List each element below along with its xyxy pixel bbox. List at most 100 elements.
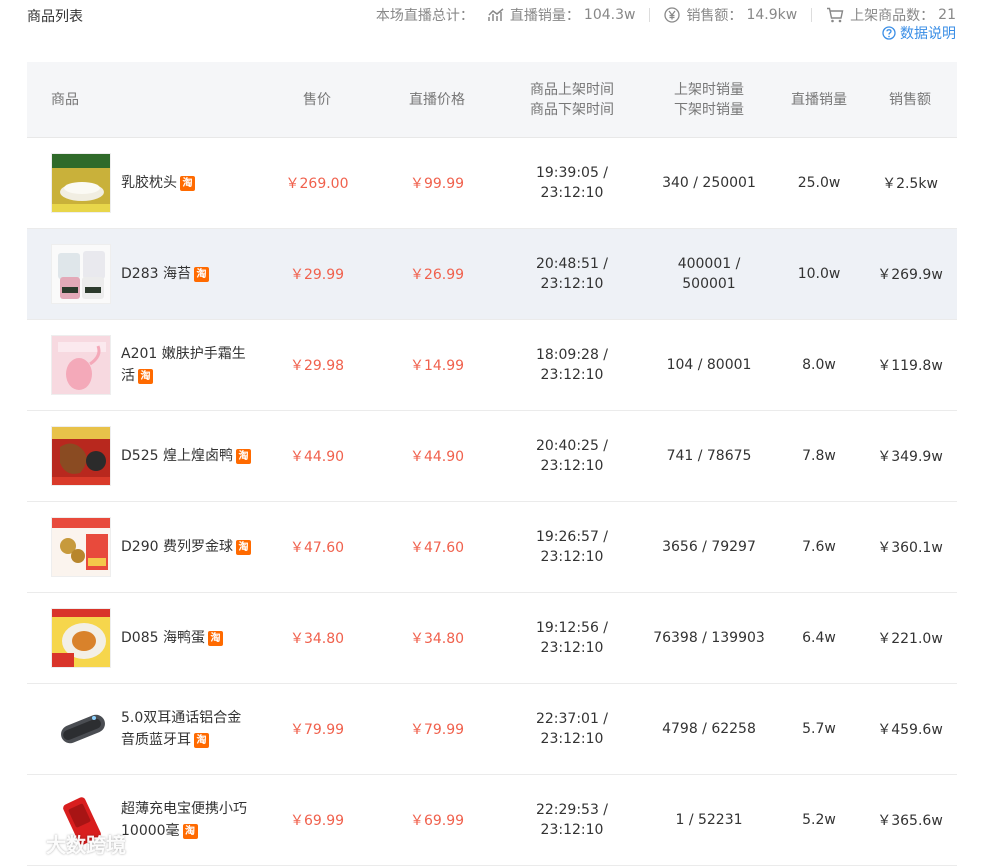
time-cell: 22:29:53 /23:12:10 xyxy=(535,802,609,838)
product-cell: D085 海鸭蛋淘 xyxy=(27,608,261,668)
taobao-badge-icon: 淘 xyxy=(138,368,153,384)
col-sales[interactable]: 上架时销量 下架时销量 xyxy=(643,80,775,120)
taobao-badge-icon: 淘 xyxy=(235,539,251,555)
product-cell: 乳胶枕头淘 xyxy=(27,153,261,213)
product-name[interactable]: 超薄充电宝便携小巧10000毫淘 xyxy=(121,798,251,842)
amount-cell: ￥2.5kw xyxy=(882,176,938,192)
divider xyxy=(649,8,651,22)
col-live-sales[interactable]: 直播销量 xyxy=(775,90,863,110)
product-cell: D283 海苔淘 xyxy=(27,244,261,304)
watermark-text: 大数跨境 xyxy=(46,833,126,857)
col-live-price[interactable]: 直播价格 xyxy=(373,90,501,110)
taobao-badge-icon: 淘 xyxy=(182,823,198,839)
product-thumbnail[interactable] xyxy=(51,699,111,759)
watermark: 大数跨境 xyxy=(8,829,126,858)
table-row[interactable]: D283 海苔淘 ￥29.99 ￥26.99 20:48:51 /23:12:1… xyxy=(27,229,957,320)
watermark-logo-icon xyxy=(9,835,41,851)
live-sales-value: 104.3w xyxy=(583,7,636,23)
table-row[interactable]: 乳胶枕头淘 ￥269.00 ￥99.99 19:39:05 /23:12:10 … xyxy=(27,138,957,229)
sales-cell: 76398 / 139903 xyxy=(653,630,765,646)
cart-icon xyxy=(827,7,844,23)
amount-cell: ￥221.0w xyxy=(877,631,943,647)
live-summary: 本场直播总计： 直播销量： 104.3w 销售额： 14.9kw 上架商品数： … xyxy=(376,5,956,25)
live-price-cell: ￥99.99 xyxy=(409,176,465,192)
product-name[interactable]: D290 费列罗金球淘 xyxy=(121,536,251,558)
table-row[interactable]: 超薄充电宝便携小巧10000毫淘 ￥69.99 ￥69.99 22:29:53 … xyxy=(27,775,957,866)
product-thumbnail[interactable] xyxy=(51,244,111,304)
price-cell: ￥29.98 xyxy=(289,358,345,374)
yen-coin-icon xyxy=(664,7,681,23)
live-price-cell: ￥69.99 xyxy=(409,813,465,829)
amount-cell: ￥119.8w xyxy=(877,358,943,374)
product-name[interactable]: D085 海鸭蛋淘 xyxy=(121,627,251,649)
products-value: 21 xyxy=(938,7,956,23)
taobao-badge-icon: 淘 xyxy=(193,266,209,282)
col-time[interactable]: 商品上架时间 商品下架时间 xyxy=(501,80,643,120)
product-name[interactable]: 5.0双耳通话铝合金音质蓝牙耳淘 xyxy=(121,707,251,751)
table-row[interactable]: 5.0双耳通话铝合金音质蓝牙耳淘 ￥79.99 ￥79.99 22:37:01 … xyxy=(27,684,957,775)
product-name[interactable]: 乳胶枕头淘 xyxy=(121,172,251,194)
live-sales-label: 直播销量： xyxy=(509,8,580,24)
sales-cell: 4798 / 62258 xyxy=(662,721,756,737)
table-header: 商品 售价 直播价格 商品上架时间 商品下架时间 上架时销量 下架时销量 直播销… xyxy=(27,62,957,138)
col-time-off: 商品下架时间 xyxy=(530,101,614,118)
live-sales-cell: 5.7w xyxy=(802,721,836,737)
live-sales-cell: 5.2w xyxy=(802,812,836,828)
live-price-cell: ￥79.99 xyxy=(409,722,465,738)
product-thumbnail[interactable] xyxy=(51,608,111,668)
price-cell: ￥79.99 xyxy=(289,722,345,738)
product-thumbnail[interactable] xyxy=(51,153,111,213)
table-row[interactable]: D085 海鸭蛋淘 ￥34.80 ￥34.80 19:12:56 /23:12:… xyxy=(27,593,957,684)
revenue-label: 销售额： xyxy=(686,8,743,24)
product-cell: D525 煌上煌卤鸭淘 xyxy=(27,426,261,486)
time-cell: 22:37:01 /23:12:10 xyxy=(535,711,609,747)
revenue-value: 14.9kw xyxy=(746,7,798,23)
table-row[interactable]: D290 费列罗金球淘 ￥47.60 ￥47.60 19:26:57 /23:1… xyxy=(27,502,957,593)
products-label: 上架商品数： xyxy=(850,8,935,24)
taobao-badge-icon: 淘 xyxy=(235,448,251,464)
col-product[interactable]: 商品 xyxy=(27,90,261,110)
sales-cell: 104 / 80001 xyxy=(666,357,752,373)
col-amount[interactable]: 销售额 xyxy=(863,90,957,110)
revenue-stat: 销售额： 14.9kw xyxy=(664,5,797,25)
price-cell: ￥44.90 xyxy=(289,449,345,465)
live-sales-cell: 8.0w xyxy=(802,357,836,373)
sales-cell: 3656 / 79297 xyxy=(662,539,756,555)
taobao-badge-icon: 淘 xyxy=(207,630,223,646)
amount-cell: ￥365.6w xyxy=(877,813,943,829)
table-row[interactable]: A201 嫩肤护手霜生活淘 ￥29.98 ￥14.99 18:09:28 /23… xyxy=(27,320,957,411)
product-name[interactable]: A201 嫩肤护手霜生活淘 xyxy=(121,343,251,387)
col-price[interactable]: 售价 xyxy=(261,90,373,110)
product-name[interactable]: D525 煌上煌卤鸭淘 xyxy=(121,445,251,467)
live-sales-cell: 7.8w xyxy=(802,448,836,464)
amount-cell: ￥269.9w xyxy=(877,267,943,283)
live-price-cell: ￥47.60 xyxy=(409,540,465,556)
product-name[interactable]: D283 海苔淘 xyxy=(121,263,251,285)
data-explanation-link[interactable]: 数据说明 xyxy=(882,23,956,43)
product-table: 商品 售价 直播价格 商品上架时间 商品下架时间 上架时销量 下架时销量 直播销… xyxy=(27,62,957,866)
price-cell: ￥47.60 xyxy=(289,540,345,556)
col-sales-on: 上架时销量 xyxy=(674,81,744,98)
col-sales-off: 下架时销量 xyxy=(674,101,744,118)
product-thumbnail[interactable] xyxy=(51,426,111,486)
price-cell: ￥34.80 xyxy=(289,631,345,647)
product-thumbnail[interactable] xyxy=(51,335,111,395)
trend-chart-icon xyxy=(488,8,504,21)
price-cell: ￥269.00 xyxy=(285,176,349,192)
col-time-on: 商品上架时间 xyxy=(530,81,614,98)
product-cell: A201 嫩肤护手霜生活淘 xyxy=(27,335,261,395)
summary-label: 本场直播总计： xyxy=(375,8,474,24)
table-row[interactable]: D525 煌上煌卤鸭淘 ￥44.90 ￥44.90 20:40:25 /23:1… xyxy=(27,411,957,502)
product-thumbnail[interactable] xyxy=(51,517,111,577)
time-cell: 20:48:51 /23:12:10 xyxy=(535,256,609,292)
amount-cell: ￥459.6w xyxy=(877,722,943,738)
page-title: 商品列表 xyxy=(27,9,83,25)
sales-cell: 340 / 250001 xyxy=(662,175,756,191)
taobao-badge-icon: 淘 xyxy=(180,175,195,191)
price-cell: ￥29.99 xyxy=(289,267,345,283)
sales-cell: 741 / 78675 xyxy=(666,448,752,464)
time-cell: 19:26:57 /23:12:10 xyxy=(535,529,609,565)
live-price-cell: ￥14.99 xyxy=(409,358,465,374)
live-price-cell: ￥34.80 xyxy=(409,631,465,647)
live-price-cell: ￥26.99 xyxy=(409,267,465,283)
